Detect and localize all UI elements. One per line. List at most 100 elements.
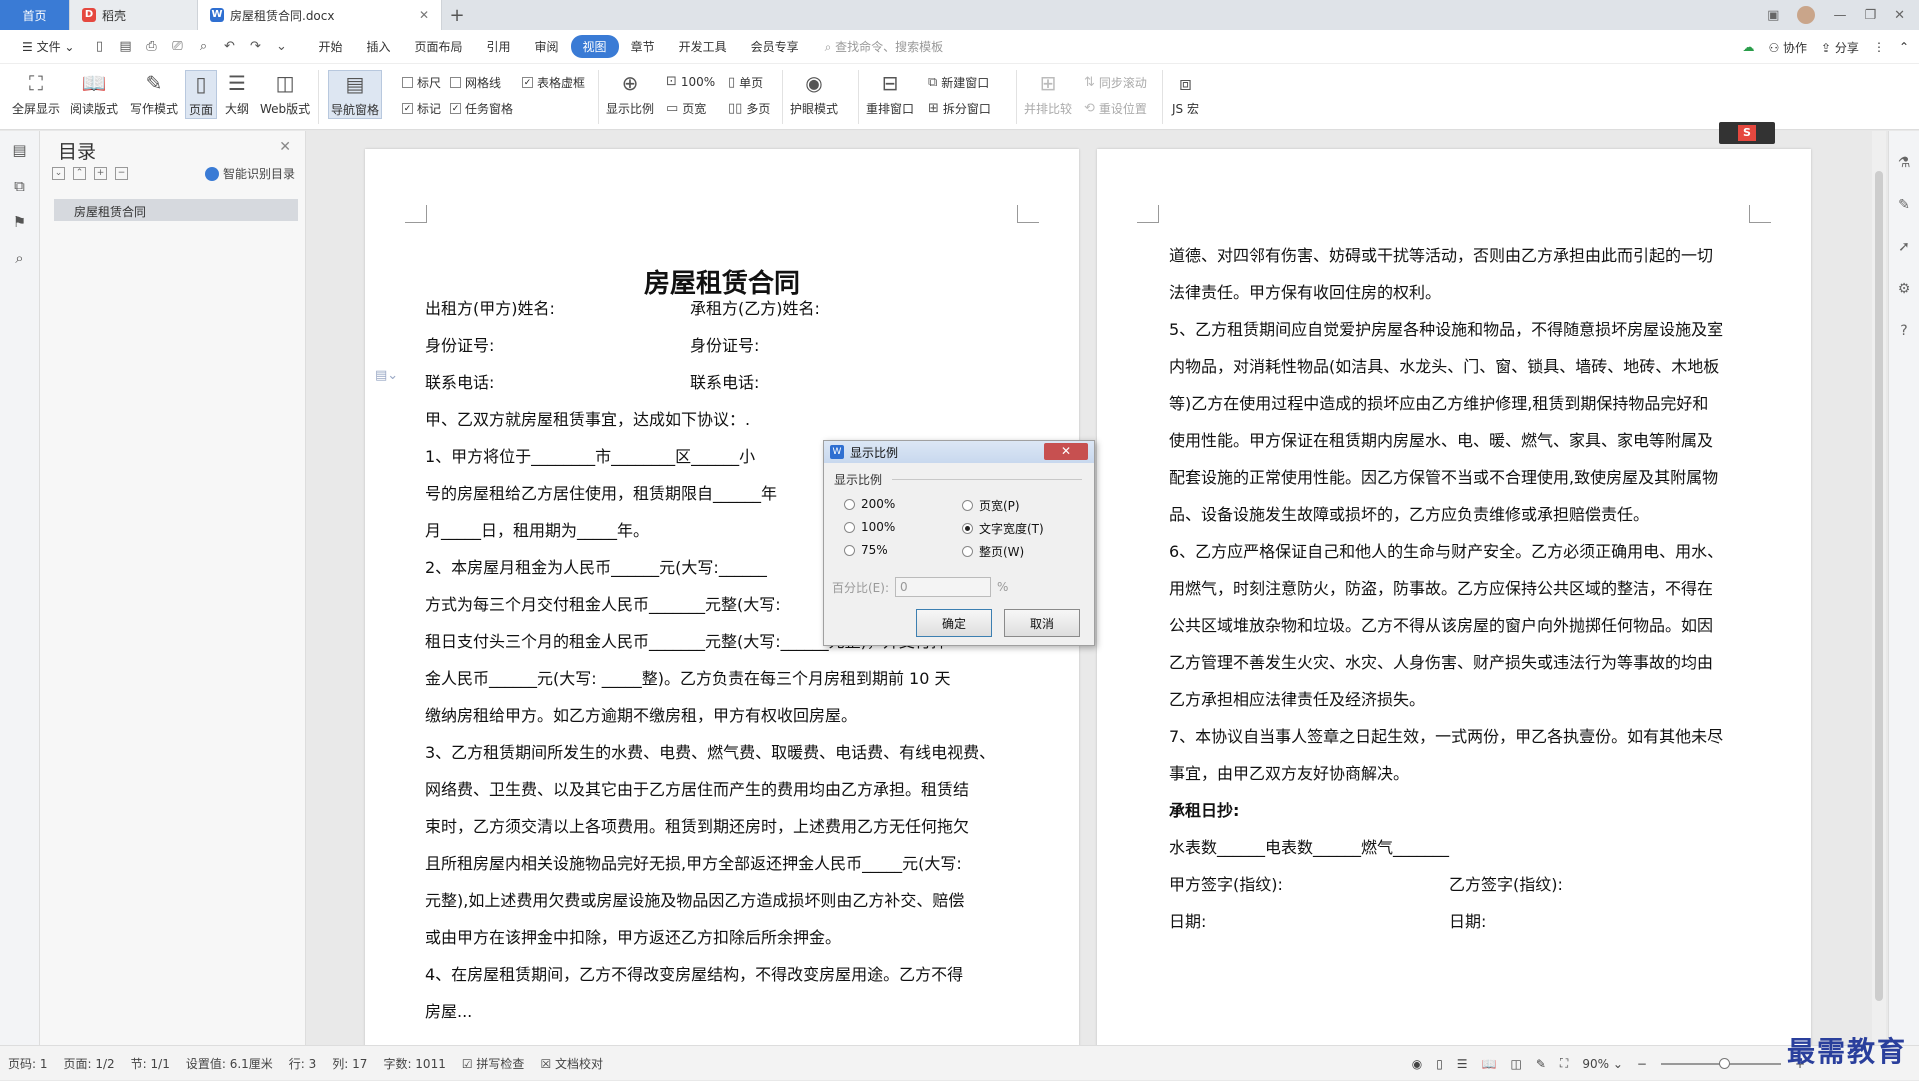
tab-daoke[interactable]: D 稻壳	[70, 0, 198, 30]
dialog-close-button[interactable]: ✕	[1044, 443, 1088, 460]
side-by-side-button[interactable]: ⊞并排比较	[1024, 70, 1072, 117]
select-icon[interactable]: ➚	[1894, 237, 1914, 257]
web-view-button[interactable]: ◫Web版式	[260, 70, 310, 117]
new-doc-icon[interactable]: ▯	[90, 38, 108, 56]
zoom-out-icon[interactable]: −	[1637, 1057, 1647, 1071]
toc-item[interactable]: 房屋租赁合同	[54, 199, 298, 221]
cloud-sync-icon[interactable]: ☁	[1742, 40, 1754, 54]
zoom-button[interactable]: ⊕显示比例	[606, 70, 654, 117]
layout-icon[interactable]: ▣	[1767, 8, 1779, 23]
toc-panel-icon[interactable]: ▤	[9, 139, 31, 161]
percent-input[interactable]: 0	[895, 577, 991, 597]
settings-icon[interactable]: ⚙	[1894, 279, 1914, 299]
outline-mode-icon[interactable]: ☰	[1457, 1057, 1468, 1071]
save-icon[interactable]: ▤	[116, 38, 134, 56]
expand-icon[interactable]: ⌄	[52, 167, 65, 180]
new-window-button[interactable]: ⧉新建窗口	[928, 74, 989, 91]
ruler-checkbox[interactable]: 标尺	[402, 74, 441, 91]
menu-insert[interactable]: 插入	[354, 35, 402, 58]
menu-member[interactable]: 会员专享	[739, 35, 811, 58]
split-window-button[interactable]: ⊞拆分窗口	[928, 100, 991, 117]
marks-checkbox[interactable]: ✓标记	[402, 100, 441, 117]
minimize-icon[interactable]: —	[1833, 8, 1846, 23]
collab-button[interactable]: ⚇ 协作	[1768, 39, 1807, 56]
share-button[interactable]: ⇪ 分享	[1821, 39, 1859, 56]
collapse-icon[interactable]: ⌃	[73, 167, 86, 180]
style-icon[interactable]: ⚗	[1894, 153, 1914, 173]
page-mode-icon[interactable]: ▯	[1436, 1057, 1443, 1071]
table-grid-checkbox[interactable]: ✓表格虚框	[522, 74, 585, 91]
document-page-2[interactable]: 道德、对四邻有伤害、妨碍或干扰等活动，否则由乙方承担由此而引起的一切 法律责任。…	[1097, 149, 1811, 1045]
outline-view-button[interactable]: ☰大纲	[224, 70, 250, 117]
redo-icon[interactable]: ↷	[246, 38, 264, 56]
smart-toc-button[interactable]: 智能识别目录	[205, 165, 295, 182]
proofread-button[interactable]: ☒ 文档校对	[540, 1055, 603, 1072]
customize-icon[interactable]: ⌄	[272, 38, 290, 56]
command-search[interactable]: ⌕ 查找命令、搜索模板	[825, 38, 944, 55]
vertical-scrollbar[interactable]	[1872, 131, 1886, 1045]
cancel-button[interactable]: 取消	[1004, 609, 1080, 637]
close-icon[interactable]: ✕	[279, 139, 291, 155]
rearrange-window-button[interactable]: ⊟重排窗口	[866, 70, 914, 117]
js-macro-button[interactable]: ⧈JS 宏	[1172, 70, 1199, 117]
eye-protect-icon[interactable]: ◉	[1412, 1057, 1422, 1071]
task-pane-checkbox[interactable]: ✓任务窗格	[450, 100, 513, 117]
preview-icon[interactable]: ⌕	[194, 38, 212, 56]
spell-check-button[interactable]: ☑ 拼写检查	[462, 1055, 525, 1072]
bookmark-icon[interactable]: ⚑	[9, 211, 31, 233]
sync-scroll-button[interactable]: ⇅同步滚动	[1084, 74, 1147, 91]
tab-document[interactable]: W房屋租赁合同.docx ✕	[198, 0, 442, 30]
gridlines-checkbox[interactable]: 网格线	[450, 74, 501, 91]
paragraph-icon[interactable]: ▤⌄	[375, 368, 398, 383]
multi-page-button[interactable]: ▯▯多页	[728, 100, 770, 117]
undo-icon[interactable]: ↶	[220, 38, 238, 56]
close-tab-icon[interactable]: ✕	[419, 8, 429, 22]
page-view-button[interactable]: ▯页面	[185, 70, 217, 119]
web-mode-icon[interactable]: ◫	[1511, 1057, 1522, 1071]
tab-home[interactable]: 首页	[0, 0, 70, 30]
fullscreen-button[interactable]: ⛶全屏显示	[12, 70, 60, 117]
menu-start[interactable]: 开始	[306, 35, 354, 58]
eye-care-button[interactable]: ◉护眼模式	[790, 70, 838, 117]
avatar[interactable]	[1797, 6, 1815, 24]
reset-position-button[interactable]: ⟲重设位置	[1084, 100, 1147, 117]
zoom-level[interactable]: 90% ⌄	[1582, 1057, 1623, 1071]
writing-mode-icon[interactable]: ✎	[1536, 1057, 1546, 1071]
radio-page-width[interactable]: 页宽(P)	[962, 497, 1020, 514]
menu-review[interactable]: 审阅	[523, 35, 571, 58]
nav-pane-button[interactable]: ▤导航窗格	[328, 70, 382, 119]
radio-75[interactable]: 75%	[844, 543, 888, 557]
add-icon[interactable]: +	[94, 167, 107, 180]
reading-mode-icon[interactable]: 📖	[1482, 1057, 1497, 1071]
print-icon[interactable]: ⎚	[168, 38, 186, 56]
zoom-100-button[interactable]: ⊡100%	[666, 74, 715, 89]
edit-icon[interactable]: ✎	[1894, 195, 1914, 215]
zoom-slider[interactable]	[1661, 1063, 1781, 1065]
zoom-slider-knob[interactable]	[1719, 1058, 1730, 1069]
menu-view[interactable]: 视图	[571, 35, 619, 58]
radio-whole-page[interactable]: 整页(W)	[962, 543, 1024, 560]
chapter-icon[interactable]: ⧉	[9, 175, 31, 197]
reading-mode-button[interactable]: 📖阅读版式	[70, 70, 118, 117]
export-icon[interactable]: ⎙	[142, 38, 160, 56]
new-tab-button[interactable]: +	[442, 0, 472, 30]
find-icon[interactable]: ⌕	[9, 247, 31, 269]
close-window-icon[interactable]: ✕	[1894, 8, 1905, 23]
menu-layout[interactable]: 页面布局	[403, 35, 475, 58]
menu-chapter[interactable]: 章节	[619, 35, 667, 58]
remove-icon[interactable]: −	[115, 167, 128, 180]
fit-icon[interactable]: ⛶	[1560, 1056, 1568, 1071]
restore-icon[interactable]: ❐	[1864, 8, 1876, 23]
input-method-badge[interactable]: S	[1719, 122, 1775, 144]
menu-references[interactable]: 引用	[475, 35, 523, 58]
single-page-button[interactable]: ▯单页	[728, 74, 763, 91]
ok-button[interactable]: 确定	[916, 609, 992, 637]
writing-mode-button[interactable]: ✎写作模式	[130, 70, 178, 117]
radio-text-width[interactable]: 文字宽度(T)	[962, 520, 1044, 537]
page-width-button[interactable]: ▭页宽	[666, 100, 706, 117]
more-icon[interactable]: ⋮	[1873, 40, 1885, 54]
radio-100[interactable]: 100%	[844, 520, 895, 534]
collapse-ribbon-icon[interactable]: ⌃	[1899, 40, 1909, 54]
menu-developer[interactable]: 开发工具	[667, 35, 739, 58]
scroll-thumb[interactable]	[1875, 171, 1883, 1001]
